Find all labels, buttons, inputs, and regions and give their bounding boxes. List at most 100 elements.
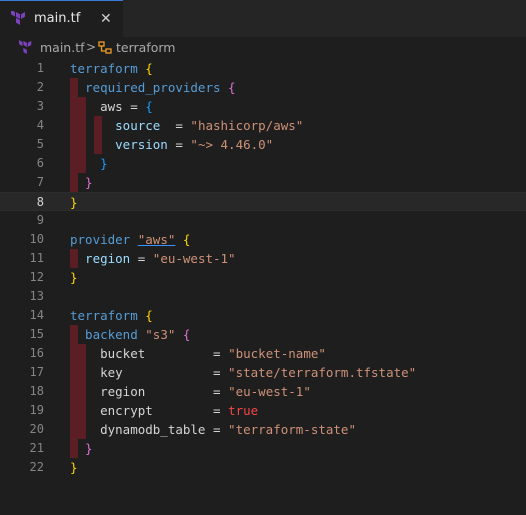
code-line[interactable]: 5 version = "~> 4.46.0" [0, 135, 526, 154]
code-text: } [70, 154, 108, 173]
line-number: 7 [36, 175, 44, 189]
code-text: } [70, 439, 93, 458]
code-token: true [228, 403, 259, 418]
code-line[interactable]: 11 region = "eu-west-1" [0, 249, 526, 268]
line-number: 19 [29, 403, 44, 417]
code-text: terraform { [70, 59, 153, 78]
code-line[interactable]: 20 dynamodb_table = "terraform-state" [0, 420, 526, 439]
line-number: 2 [36, 80, 44, 94]
code-text: backend "s3" { [70, 325, 190, 344]
code-token: source [70, 118, 161, 133]
code-token: = [205, 422, 229, 437]
code-text: } [70, 173, 93, 192]
code-line[interactable]: 4 source = "hashicorp/aws" [0, 116, 526, 135]
code-token: "terraform-state" [228, 422, 356, 437]
line-number: 10 [29, 232, 44, 246]
code-editor[interactable]: 1 terraform {2 required_providers {3 aws … [0, 59, 526, 515]
code-token: "s3" [145, 327, 176, 342]
line-number: 5 [36, 137, 44, 151]
code-text: } [70, 268, 78, 287]
code-line[interactable]: 21 } [0, 439, 526, 458]
code-token: dynamodb_table [70, 422, 206, 437]
code-token: } [70, 441, 93, 456]
line-number: 15 [29, 327, 44, 341]
code-token: = [145, 346, 229, 361]
code-line[interactable]: 16 bucket = "bucket-name" [0, 344, 526, 363]
code-token: region [70, 251, 131, 266]
code-text: terraform { [70, 306, 153, 325]
code-token: "bucket-name" [228, 346, 326, 361]
breadcrumb-separator: > [86, 40, 97, 54]
code-line[interactable]: 6 } [0, 154, 526, 173]
code-line[interactable]: 22} [0, 458, 526, 477]
code-text: } [70, 193, 78, 212]
code-token: bucket [70, 346, 146, 361]
code-line[interactable]: 14 terraform { [0, 306, 526, 325]
code-token: { [145, 99, 153, 114]
code-token: "eu-west-1" [152, 251, 236, 266]
code-line[interactable]: 8} [0, 192, 526, 211]
code-token: region [70, 384, 146, 399]
code-text: source = "hashicorp/aws" [70, 116, 303, 135]
code-token: encrypt [70, 403, 153, 418]
line-number: 20 [29, 422, 44, 436]
code-text: bucket = "bucket-name" [70, 344, 326, 363]
line-number: 13 [29, 289, 44, 303]
breadcrumb-symbol[interactable]: terraform [116, 41, 175, 55]
line-number: 1 [36, 61, 44, 75]
code-token: terraform [70, 308, 138, 323]
line-number: 9 [36, 213, 44, 227]
symbol-structure-icon [98, 41, 112, 54]
line-number: 12 [29, 270, 44, 284]
code-token: = [122, 365, 229, 380]
code-token: = [152, 403, 229, 418]
code-token: "~> 4.46.0" [190, 137, 274, 152]
code-token: { [182, 232, 191, 247]
tab-main-tf[interactable]: main.tf ✕ [0, 0, 123, 37]
code-text: required_providers { [70, 78, 236, 97]
line-number: 18 [29, 384, 44, 398]
code-token: } [70, 156, 108, 171]
code-line[interactable]: 3 aws = { [0, 97, 526, 116]
code-line[interactable]: 19 encrypt = true [0, 401, 526, 420]
line-number: 8 [36, 195, 44, 209]
code-text: encrypt = true [70, 401, 258, 420]
code-token: "eu-west-1" [228, 384, 311, 399]
code-token: "state/terraform.tfstate" [228, 365, 417, 380]
code-line[interactable]: 17 key = "state/terraform.tfstate" [0, 363, 526, 382]
code-token: version [70, 137, 168, 152]
code-token: "aws" [137, 232, 176, 247]
code-token: "hashicorp/aws" [190, 118, 304, 133]
code-token: { [182, 327, 191, 342]
code-line[interactable]: 2 required_providers { [0, 78, 526, 97]
line-number: 3 [36, 99, 44, 113]
code-token: } [70, 195, 78, 210]
breadcrumb-file[interactable]: main.tf [40, 41, 85, 55]
line-number: 4 [36, 118, 44, 132]
code-token: } [70, 460, 78, 475]
code-line[interactable]: 18 region = "eu-west-1" [0, 382, 526, 401]
code-text: key = "state/terraform.tfstate" [70, 363, 416, 382]
close-icon[interactable]: ✕ [100, 10, 112, 28]
code-token: key [70, 365, 123, 380]
line-number: 21 [29, 441, 44, 455]
code-token: terraform [70, 61, 138, 76]
code-token: provider [70, 232, 131, 247]
code-text: region = "eu-west-1" [70, 382, 311, 401]
tab-label: main.tf [34, 11, 81, 26]
code-line[interactable]: 13 [0, 287, 526, 306]
code-line[interactable]: 10 provider "aws" { [0, 230, 526, 249]
code-line[interactable]: 15 backend "s3" { [0, 325, 526, 344]
code-line[interactable]: 1 terraform { [0, 59, 526, 78]
code-text: aws = { [70, 97, 153, 116]
code-token: = [130, 251, 153, 266]
code-token: { [145, 308, 153, 323]
code-line[interactable]: 12} [0, 268, 526, 287]
code-token: = [167, 137, 191, 152]
code-line[interactable]: 9 [0, 211, 526, 230]
line-number: 22 [29, 460, 44, 474]
code-line[interactable]: 7 } [0, 173, 526, 192]
